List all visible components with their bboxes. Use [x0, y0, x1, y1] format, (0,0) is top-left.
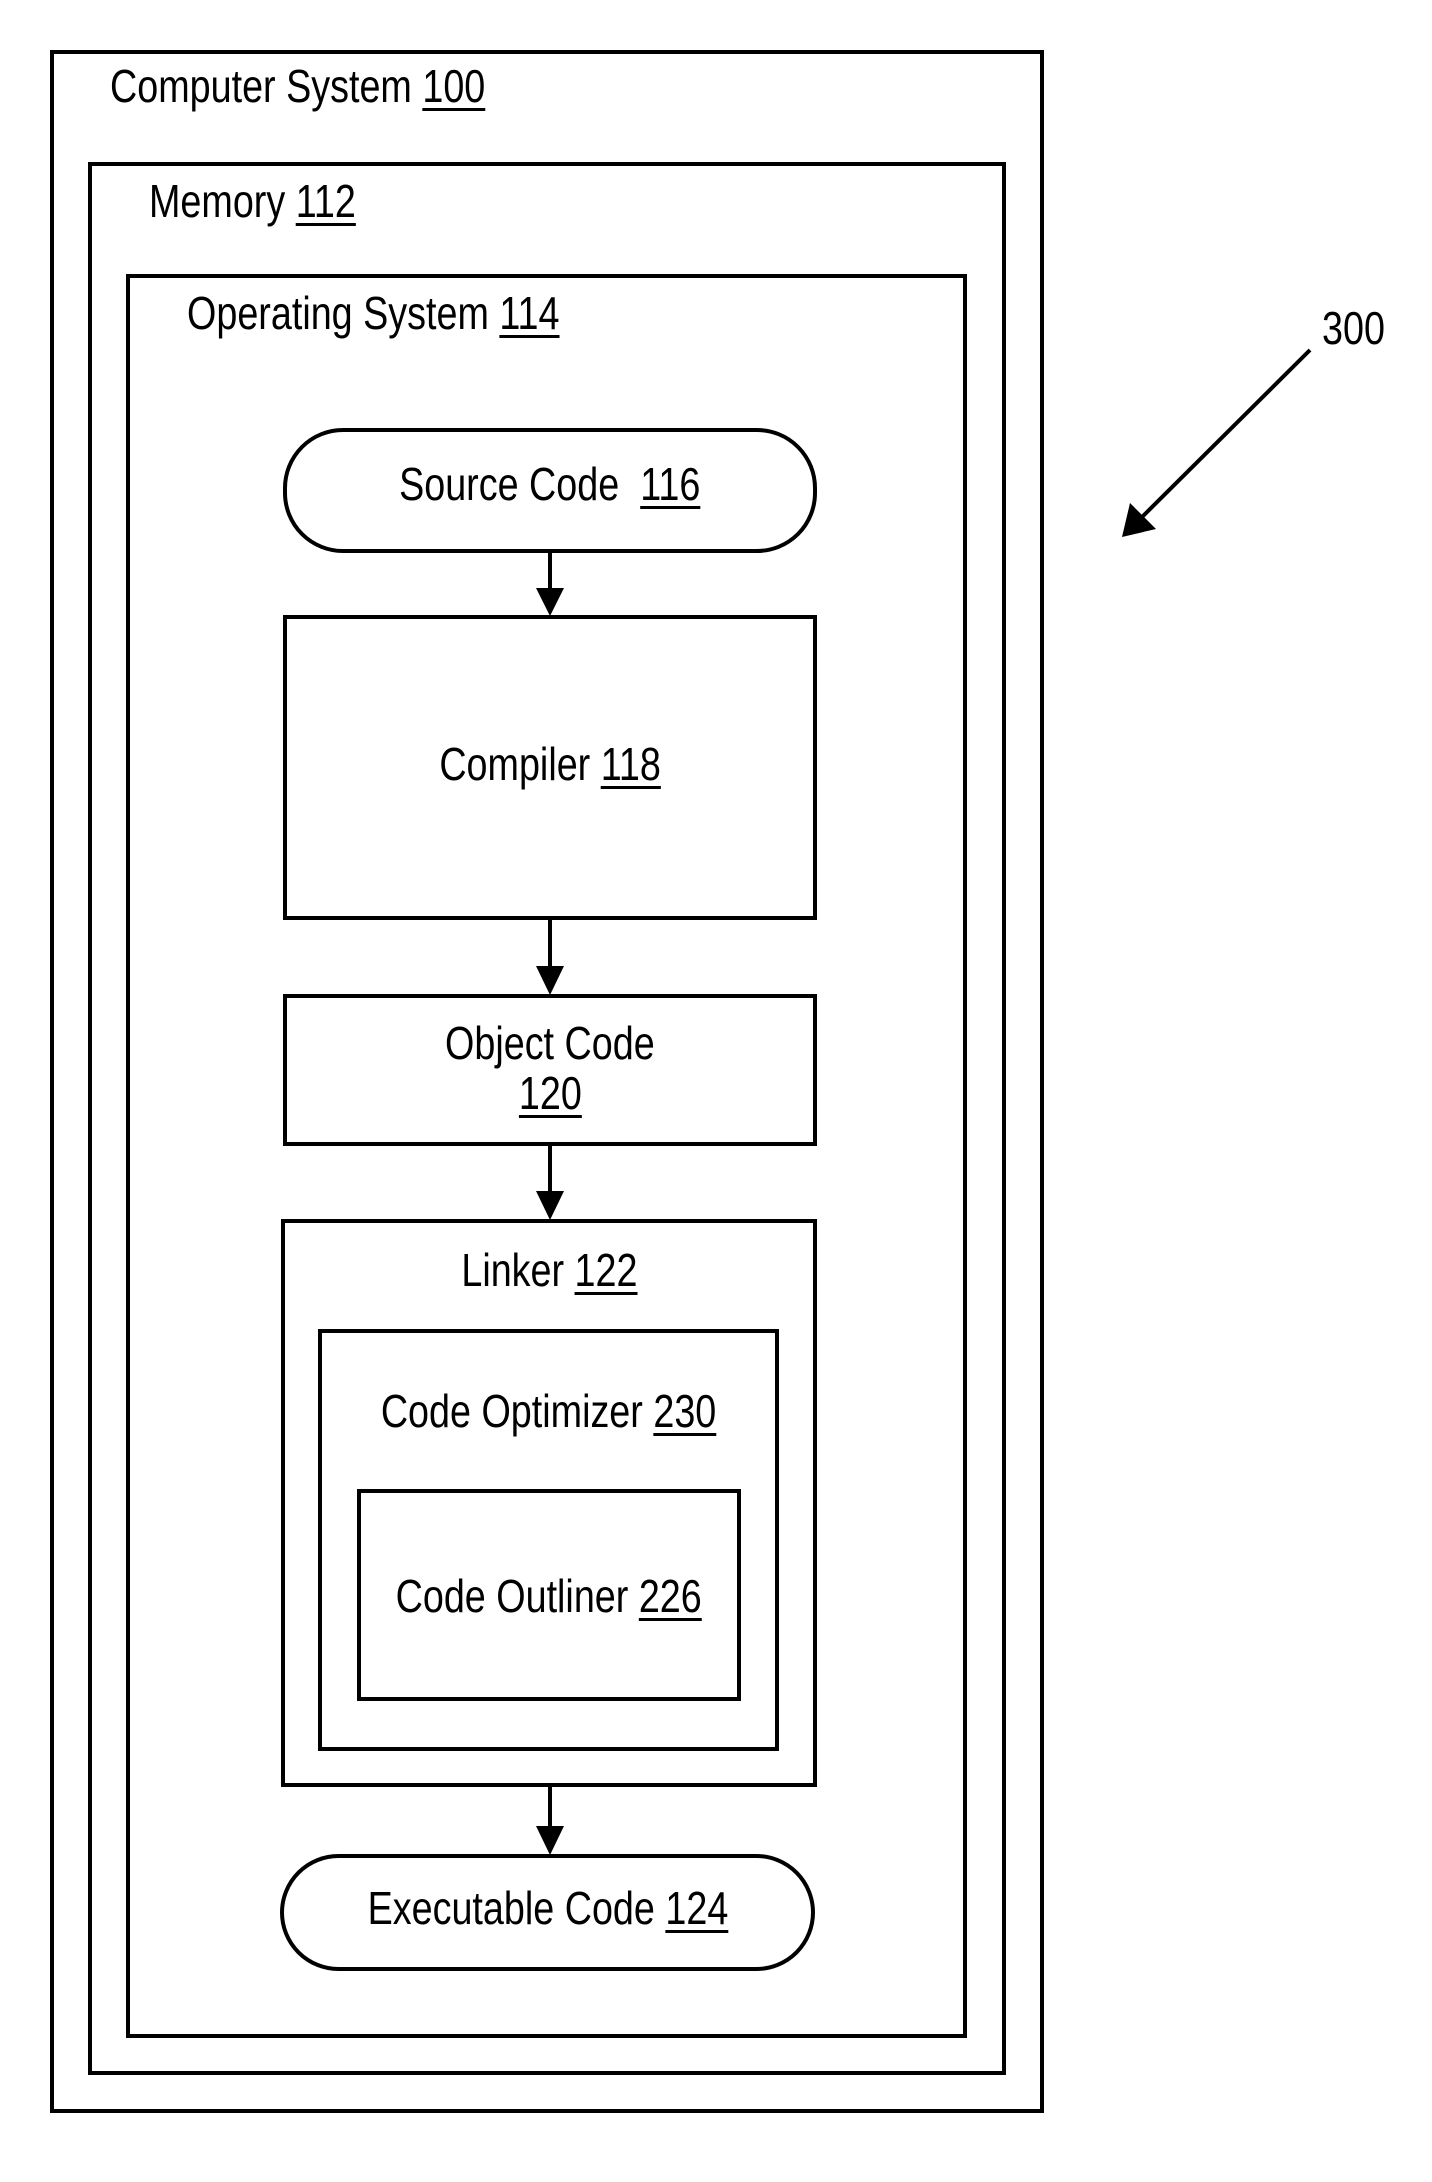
source-code-ref: 116	[640, 458, 701, 510]
operating-system-label: Operating System 114	[187, 290, 560, 336]
object-code-name: Object Code	[445, 1017, 655, 1069]
operating-system-ref: 114	[499, 287, 560, 339]
figure-pointer-arrow-icon	[1122, 348, 1312, 537]
memory-label: Memory 112	[149, 178, 356, 224]
code-optimizer-name: Code Optimizer	[380, 1385, 643, 1437]
compiler-name: Compiler	[439, 738, 591, 790]
linker-name: Linker	[460, 1244, 564, 1296]
computer-system-ref: 100	[422, 60, 486, 112]
object-code-node: Object Code 120	[283, 994, 817, 1146]
memory-name: Memory	[149, 175, 286, 227]
linker-ref: 122	[574, 1244, 638, 1296]
code-outliner-ref: 226	[639, 1570, 703, 1622]
computer-system-label: Computer System 100	[110, 63, 485, 109]
source-code-node: Source Code 116	[283, 428, 817, 553]
source-code-name: Source Code	[399, 458, 620, 510]
executable-code-node: Executable Code 124	[280, 1854, 815, 1971]
compiler-ref: 118	[600, 738, 661, 790]
executable-code-name: Executable Code	[367, 1882, 655, 1934]
object-code-ref: 120	[518, 1067, 582, 1119]
memory-ref: 112	[295, 175, 356, 227]
computer-system-name: Computer System	[110, 60, 412, 112]
code-optimizer-ref: 230	[653, 1385, 717, 1437]
code-outliner-name: Code Outliner	[395, 1570, 629, 1622]
compiler-node: Compiler 118	[283, 615, 817, 920]
code-outliner-node: Code Outliner 226	[357, 1489, 741, 1701]
figure-number-label: 300	[1322, 302, 1385, 354]
operating-system-name: Operating System	[187, 287, 489, 339]
executable-code-ref: 124	[664, 1882, 728, 1934]
